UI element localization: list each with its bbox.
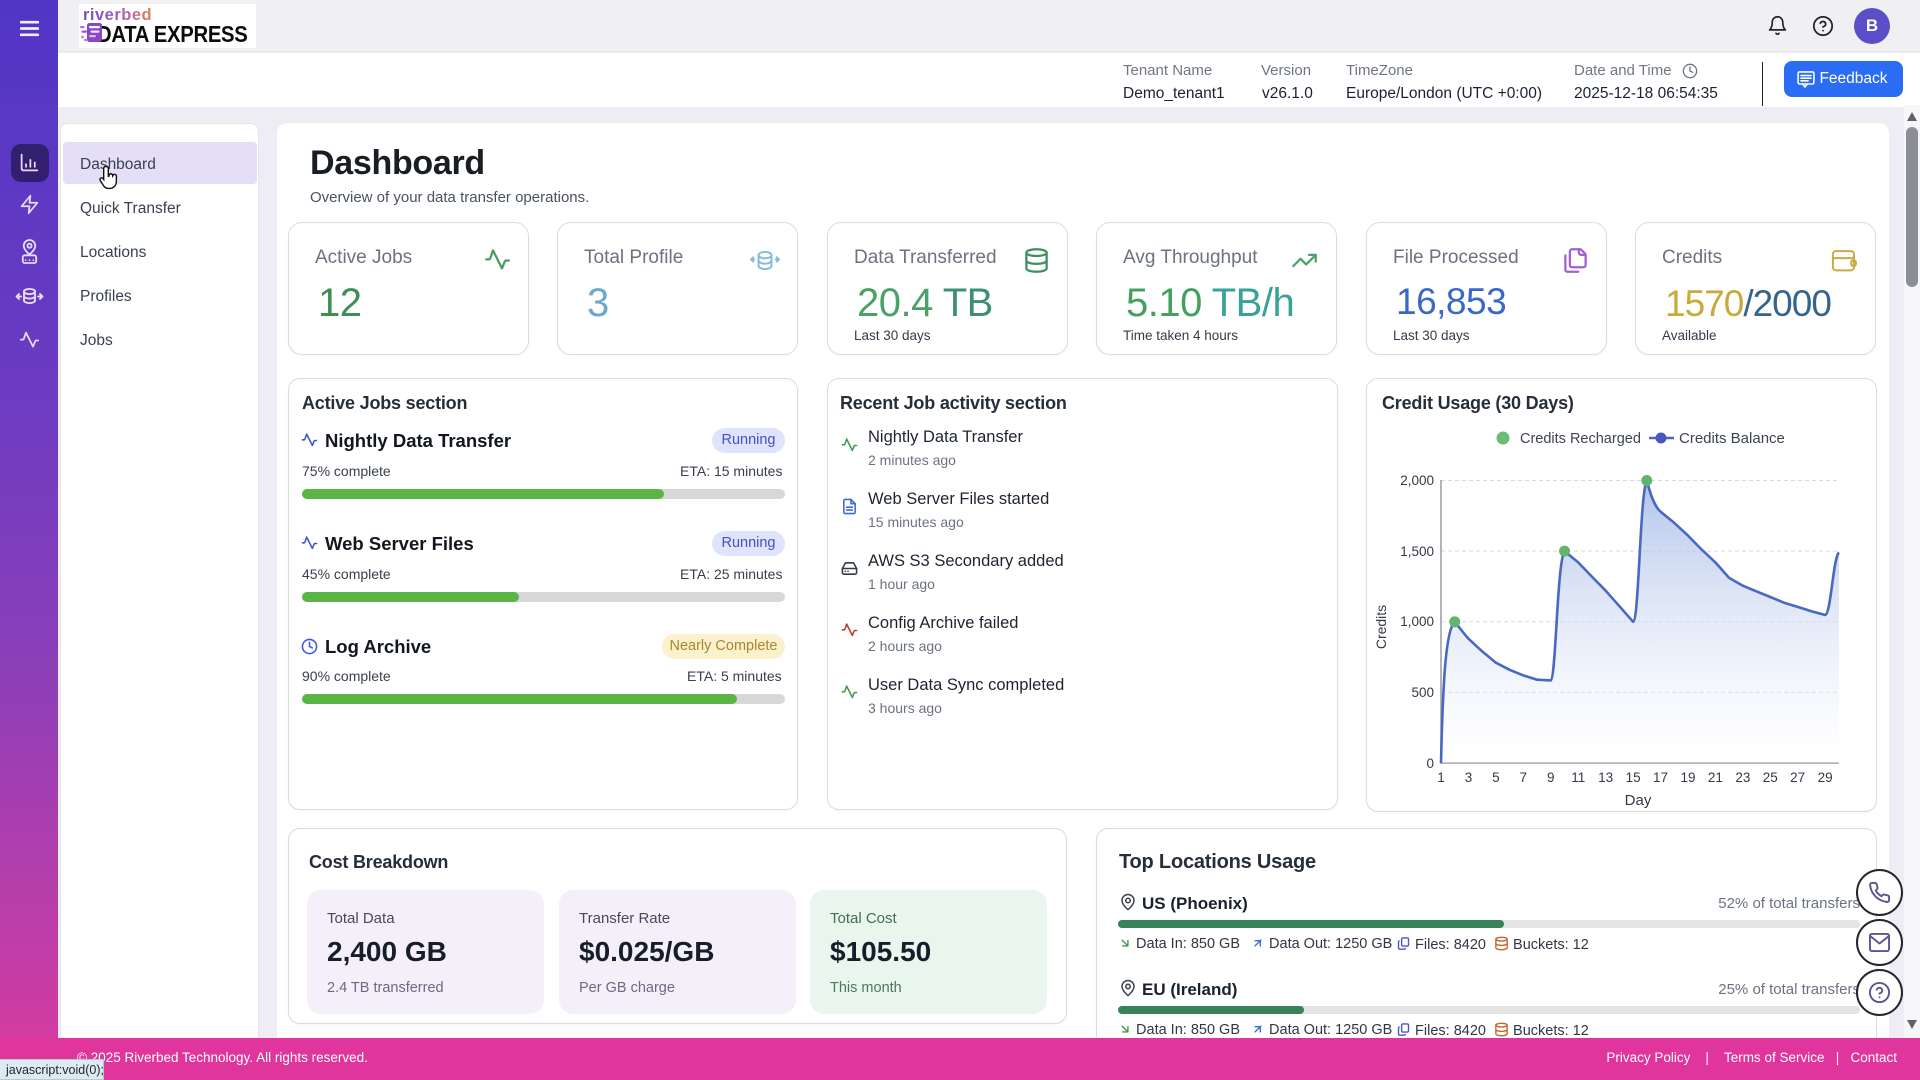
svg-text:Credits Balance: Credits Balance <box>1679 430 1785 447</box>
svg-text:17: 17 <box>1653 770 1668 785</box>
svg-text:5: 5 <box>1492 770 1500 785</box>
svg-text:1,000: 1,000 <box>1400 614 1434 629</box>
svg-text:7: 7 <box>1520 770 1528 785</box>
svg-text:Credits: Credits <box>1373 605 1389 649</box>
svg-text:9: 9 <box>1547 770 1555 785</box>
svg-text:1: 1 <box>1437 770 1445 785</box>
svg-text:15: 15 <box>1626 770 1641 785</box>
svg-text:Day: Day <box>1625 792 1652 809</box>
svg-text:13: 13 <box>1598 770 1613 785</box>
svg-text:11: 11 <box>1571 770 1585 785</box>
svg-text:2,000: 2,000 <box>1400 473 1434 488</box>
svg-text:21: 21 <box>1708 770 1723 785</box>
svg-text:27: 27 <box>1790 770 1805 785</box>
svg-text:500: 500 <box>1411 685 1434 700</box>
svg-text:1,500: 1,500 <box>1400 544 1434 559</box>
svg-text:25: 25 <box>1763 770 1778 785</box>
svg-text:Credits Recharged: Credits Recharged <box>1520 431 1641 447</box>
svg-text:23: 23 <box>1735 770 1750 785</box>
svg-text:3: 3 <box>1465 770 1473 785</box>
svg-text:0: 0 <box>1426 756 1434 771</box>
svg-text:19: 19 <box>1680 770 1695 785</box>
svg-text:29: 29 <box>1818 770 1833 785</box>
